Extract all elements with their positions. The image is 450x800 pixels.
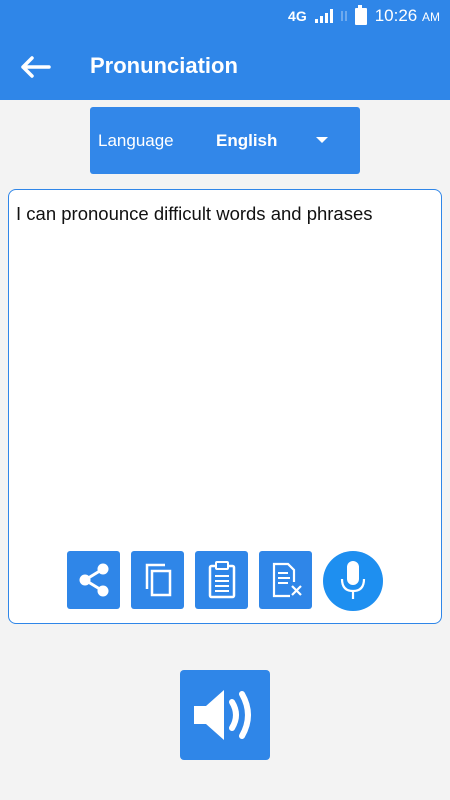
clock-ampm: AM [422, 10, 440, 24]
paste-button[interactable] [195, 551, 248, 609]
share-icon [79, 563, 108, 597]
language-value: English [216, 131, 278, 150]
back-button[interactable] [18, 50, 52, 84]
language-dropdown[interactable]: Language English [90, 107, 360, 174]
tool-row [67, 551, 383, 611]
text-input[interactable]: I can pronounce difficult words and phra… [16, 202, 436, 226]
status-indicators: 4G 10:26 AM [288, 4, 440, 26]
network-type: 4G [288, 8, 307, 24]
app-bar: Pronunciation [0, 32, 450, 100]
clear-text-icon [272, 562, 302, 598]
speak-button[interactable] [180, 670, 270, 760]
microphone-button[interactable] [323, 551, 383, 611]
page-title: Pronunciation [90, 53, 238, 78]
battery-icon [354, 4, 367, 25]
microphone-icon [340, 561, 366, 599]
clock-time: 10:26 [374, 6, 418, 25]
chevron-down-icon [316, 137, 328, 143]
clock: 10:26 AM [375, 6, 440, 26]
text-input-card: I can pronounce difficult words and phra… [8, 189, 442, 624]
status-bar: 4G 10:26 AM [0, 0, 450, 32]
language-label: Language [98, 131, 174, 150]
copy-icon [145, 563, 171, 597]
signal-icon [314, 9, 333, 23]
arrow-left-icon [21, 56, 51, 78]
data-transfer-icon [341, 11, 347, 21]
clear-text-button[interactable] [259, 551, 312, 609]
copy-button[interactable] [131, 551, 184, 609]
clipboard-icon [208, 561, 235, 599]
speaker-icon [194, 690, 251, 740]
share-button[interactable] [67, 551, 120, 609]
